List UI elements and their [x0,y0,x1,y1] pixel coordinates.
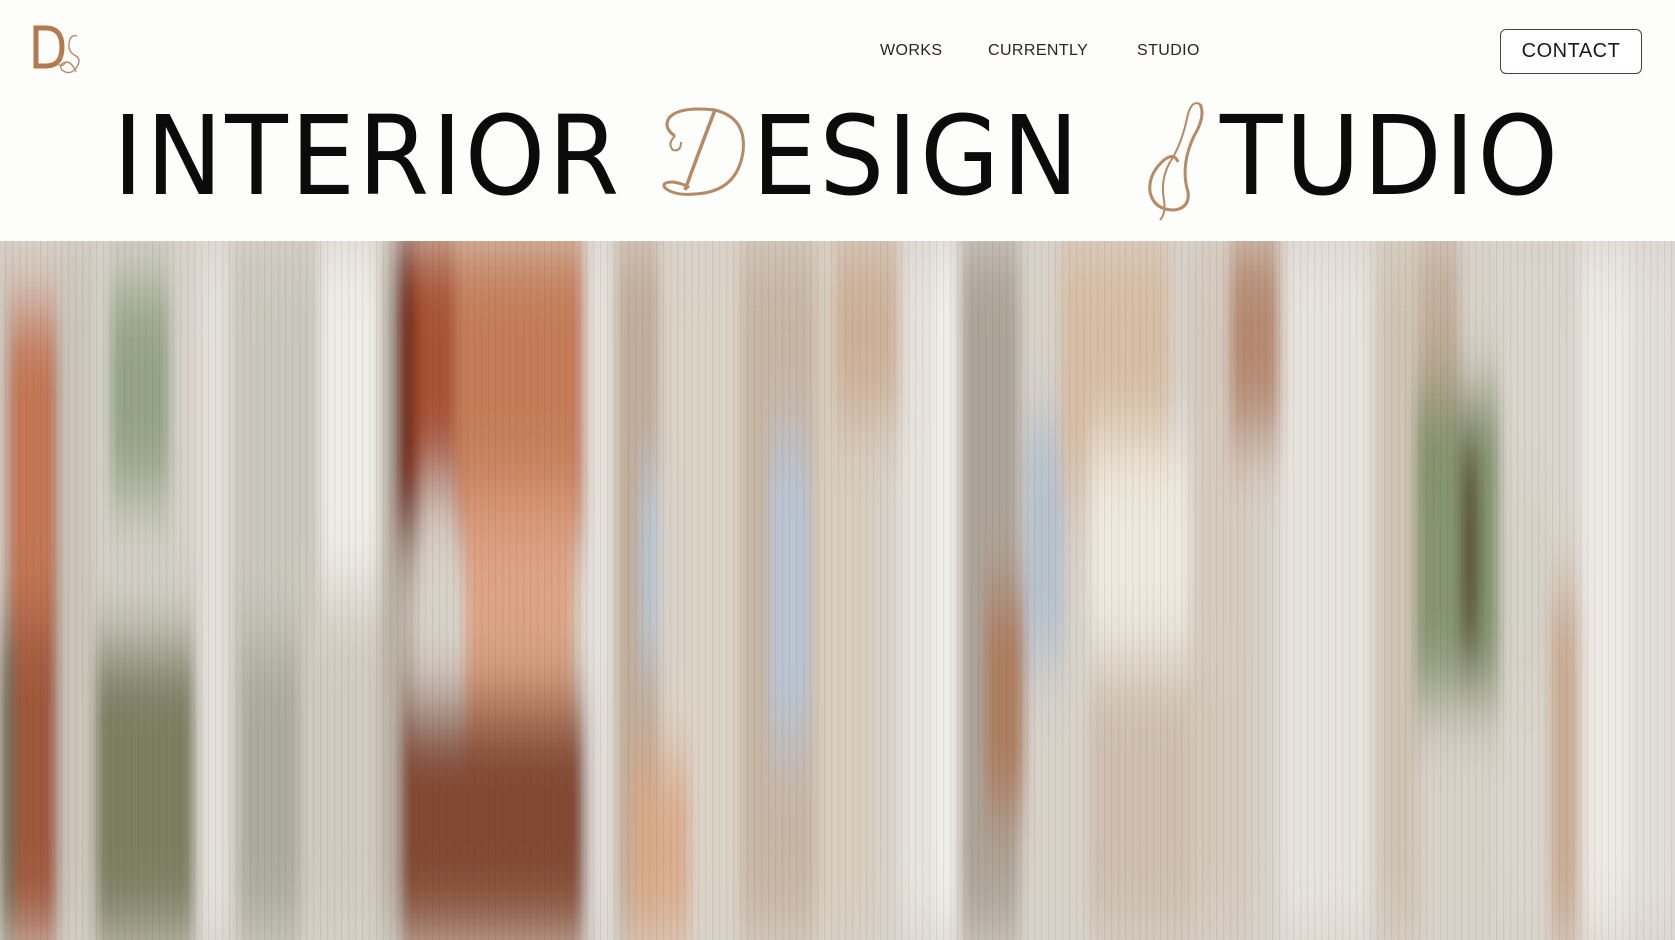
nav-studio[interactable]: STUDIO [1137,42,1200,60]
hero-image [0,241,1675,940]
hero-image-icon [0,241,1675,940]
site-header: WORKS CURRENTLY STUDIO CONTACT [0,0,1675,100]
ds-monogram-logo[interactable] [32,22,92,80]
nav-works[interactable]: WORKS [880,42,942,60]
page-title: INTERIOR ESIGN TUDIO [0,92,1675,221]
title-word-design: ESIGN [752,92,1082,220]
logo-icon [33,25,80,74]
script-s-icon [1148,102,1204,221]
nav-currently[interactable]: CURRENTLY [988,42,1088,60]
title-word-studio: TUDIO [1220,92,1561,220]
contact-button[interactable]: CONTACT [1500,29,1642,74]
script-d-icon [662,107,745,196]
title-word-interior: INTERIOR [113,92,623,220]
